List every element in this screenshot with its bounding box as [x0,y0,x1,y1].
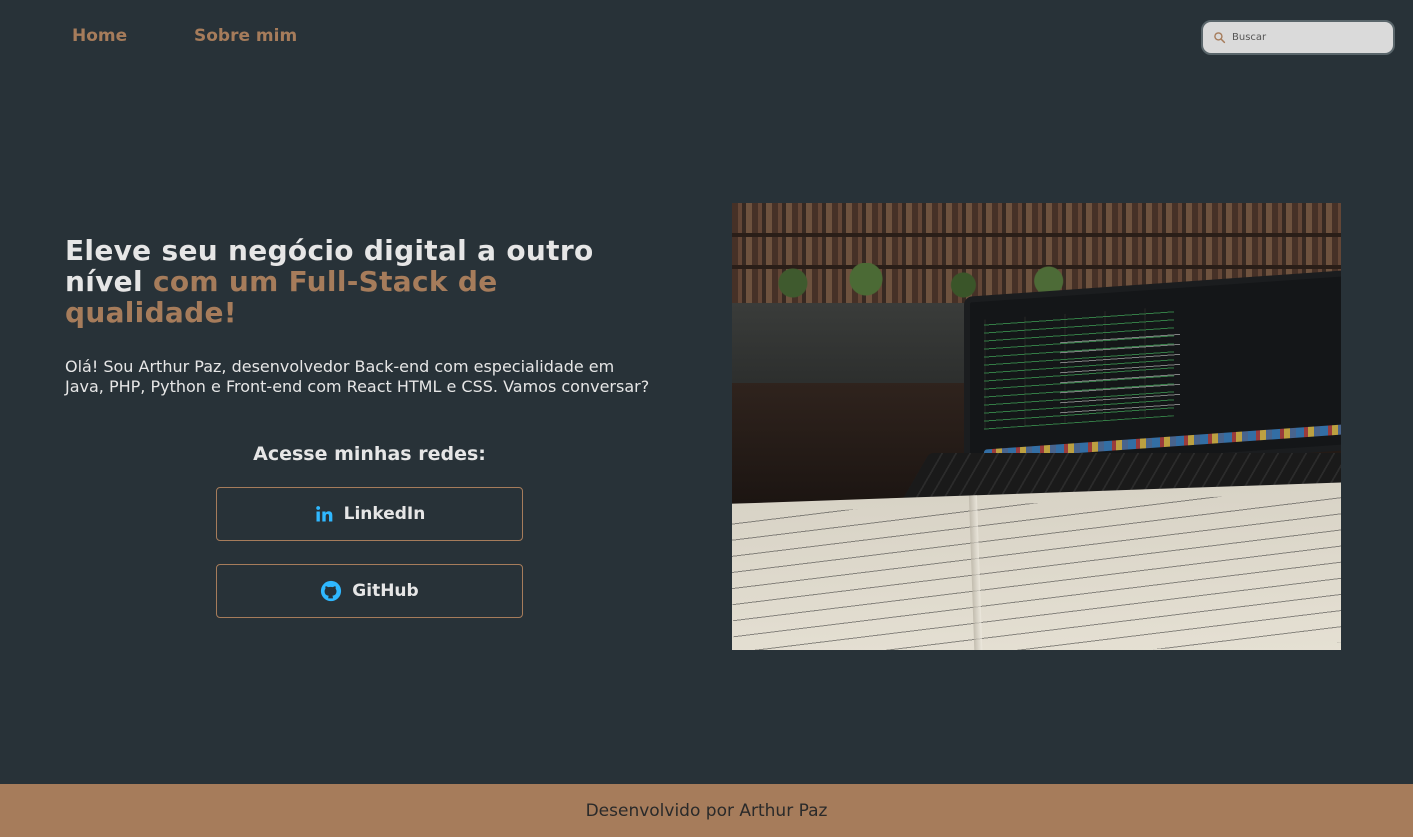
image-laptop-screen [964,269,1341,477]
github-icon [321,580,342,602]
image-shelf-line [732,233,1341,237]
hero-image [732,203,1341,650]
hero-description: Olá! Sou Arthur Paz, desenvolvedor Back-… [65,357,650,396]
page: Home Sobre mim Eleve seu negócio digital… [0,0,1413,837]
search-box[interactable] [1201,20,1395,55]
hero-title: Eleve seu negócio digital a outro nível … [65,235,665,328]
github-button[interactable]: GitHub [216,564,523,618]
linkedin-icon [315,506,332,522]
search-input[interactable] [1232,32,1382,43]
linkedin-button-label: LinkedIn [343,504,426,524]
nav-link-home[interactable]: Home [72,26,127,46]
image-handwriting [732,492,1341,650]
top-navbar: Home Sobre mim [0,0,1413,76]
linkedin-button[interactable]: LinkedIn [216,487,523,541]
social-heading: Acesse minhas redes: [253,443,486,465]
github-button-label: GitHub [352,581,419,601]
search-icon [1214,32,1226,44]
image-notebook [732,481,1341,650]
image-code-lines [1060,327,1180,417]
footer: Desenvolvido por Arthur Paz [0,784,1413,837]
nav-link-sobre-mim[interactable]: Sobre mim [194,26,297,46]
footer-text: Desenvolvido por Arthur Paz [585,800,828,821]
